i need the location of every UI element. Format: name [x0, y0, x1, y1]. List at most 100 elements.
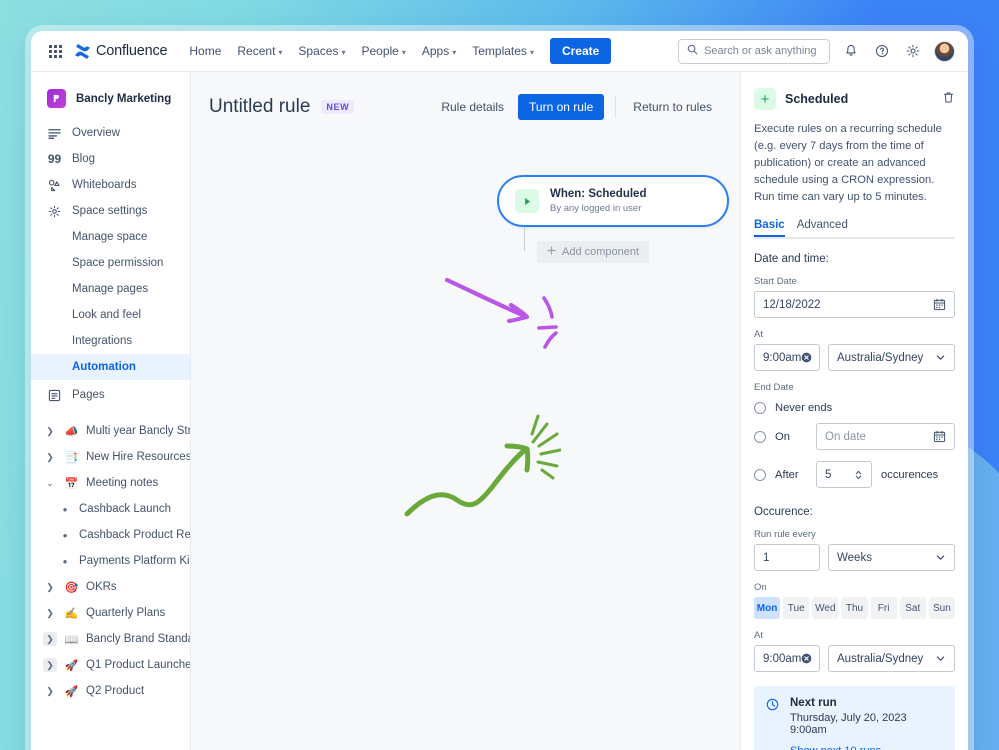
bullet-icon: •	[62, 553, 68, 569]
on-date-input[interactable]: On date	[816, 423, 955, 451]
chevron-right-icon[interactable]: ❯	[43, 658, 57, 672]
start-timezone-select[interactable]: Australia/Sydney	[828, 344, 955, 372]
occurrence-timezone-select[interactable]: Australia/Sydney	[828, 645, 955, 673]
radio-never-ends[interactable]: Never ends	[754, 402, 955, 415]
sidebar-item-automation[interactable]: Automation	[31, 354, 190, 380]
question-circle-icon[interactable]	[872, 41, 892, 61]
sidebar-item-space-settings[interactable]: Space settings	[31, 198, 190, 224]
day-toggle-tue[interactable]: Tue	[783, 597, 810, 620]
sidebar-item-whiteboards[interactable]: Whiteboards	[31, 172, 190, 198]
nav-link-spaces[interactable]: Spaces ▾	[290, 39, 353, 63]
clear-icon[interactable]	[801, 352, 812, 363]
tree-item-q1-product-launches[interactable]: ❯ 🚀 Q1 Product Launches	[31, 652, 190, 678]
bell-icon[interactable]	[841, 41, 861, 61]
grid-apps-icon[interactable]	[42, 38, 68, 64]
tree-item-cashback-product-review[interactable]: • Cashback Product Re	[31, 522, 190, 548]
run-every-unit-select[interactable]: Weeks	[828, 544, 955, 572]
trash-icon[interactable]	[942, 91, 955, 107]
day-toggle-wed[interactable]: Wed	[812, 597, 839, 620]
overview-icon	[47, 127, 62, 140]
sidebar-item-integrations[interactable]: Integrations	[31, 328, 190, 354]
chevron-right-icon[interactable]: ❯	[43, 452, 57, 463]
sidebar-item-space-permission[interactable]: Space permission	[31, 250, 190, 276]
stepper-arrows-icon[interactable]	[854, 469, 863, 481]
tree-item-new-hire-resources[interactable]: ❯ 📑 New Hire Resources	[31, 444, 190, 470]
return-to-rules-button[interactable]: Return to rules	[623, 94, 722, 120]
day-toggle-fri[interactable]: Fri	[870, 597, 897, 620]
tree-item-label: Q1 Product Launches	[86, 659, 190, 671]
occurrence-time-value: 9:00am	[763, 652, 802, 665]
sidebar-item-look-and-feel-label: Look and feel	[72, 309, 142, 321]
radio-after[interactable]: After 5 occurences	[754, 461, 955, 489]
browser-window: Confluence Home Recent ▾ Spaces ▾ People…	[31, 31, 968, 750]
next-run-value: Thursday, July 20, 2023 9:00am	[790, 712, 907, 737]
sidebar-item-overview-label: Overview	[72, 127, 120, 139]
run-every-row: 1 Weeks	[754, 544, 955, 572]
radio-on[interactable]: On On date	[754, 423, 955, 451]
calendar-icon[interactable]	[933, 430, 946, 443]
clear-icon[interactable]	[801, 653, 812, 664]
occurrences-value: 5	[825, 468, 832, 481]
sidebar-item-blog[interactable]: 99 Blog	[31, 146, 190, 172]
page-emoji-icon: ✍️	[64, 607, 79, 620]
gear-icon[interactable]	[903, 41, 923, 61]
space-sidebar: Bancly Marketing Overview 99 Blog Whiteb…	[31, 72, 191, 750]
add-component-button[interactable]: Add component	[537, 241, 650, 263]
sidebar-item-overview[interactable]: Overview	[31, 120, 190, 146]
nav-link-recent[interactable]: Recent ▾	[229, 39, 290, 63]
chevron-right-icon[interactable]: ❯	[43, 582, 57, 593]
tab-advanced[interactable]: Advanced	[797, 219, 848, 237]
nav-link-people-label: People	[361, 44, 399, 58]
tree-item-cashback-launch[interactable]: • Cashback Launch	[31, 496, 190, 522]
trigger-config-panel: + Scheduled Execute rules on a recurring…	[740, 72, 968, 750]
occurrence-time-input[interactable]: 9:00am	[754, 645, 820, 673]
tree-item-bancly-brand-standards[interactable]: ❯ 📖 Bancly Brand Standar	[31, 626, 190, 652]
sidebar-item-manage-pages[interactable]: Manage pages	[31, 276, 190, 302]
tree-item-quarterly-plans[interactable]: ❯ ✍️ Quarterly Plans	[31, 600, 190, 626]
tree-item-q2-product[interactable]: ❯ 🚀 Q2 Product	[31, 678, 190, 704]
tree-item-label: New Hire Resources	[86, 451, 190, 463]
nav-link-people[interactable]: People ▾	[353, 39, 413, 63]
day-toggle-sat[interactable]: Sat	[899, 597, 926, 620]
tree-item-okrs[interactable]: ❯ 🎯 OKRs	[31, 574, 190, 600]
trigger-card-scheduled[interactable]: When: Scheduled By any logged in user	[497, 175, 729, 227]
run-every-input[interactable]: 1	[754, 544, 820, 572]
turn-on-rule-button[interactable]: Turn on rule	[518, 94, 605, 120]
nav-link-home[interactable]: Home	[181, 39, 229, 63]
confluence-logo[interactable]: Confluence	[74, 43, 168, 60]
nav-link-apps[interactable]: Apps ▾	[414, 39, 464, 63]
start-date-input[interactable]: 12/18/2022	[754, 291, 955, 319]
divider	[615, 96, 617, 118]
occurrences-stepper[interactable]: 5	[816, 461, 872, 489]
sidebar-item-manage-space[interactable]: Manage space	[31, 224, 190, 250]
tree-item-multi-year-strategy[interactable]: ❯ 📣 Multi year Bancly Stra	[31, 418, 190, 444]
day-toggle-thu[interactable]: Thu	[841, 597, 868, 620]
show-next-runs-link[interactable]: Show next 10 runs	[790, 745, 943, 750]
page-title[interactable]: Untitled rule	[209, 96, 310, 118]
chevron-right-icon[interactable]: ❯	[43, 608, 57, 619]
chevron-right-icon[interactable]: ❯	[43, 686, 57, 697]
occurrences-label: occurences	[881, 468, 939, 481]
avatar[interactable]	[934, 40, 955, 62]
rule-details-button[interactable]: Rule details	[431, 94, 514, 120]
tab-basic[interactable]: Basic	[754, 219, 785, 237]
radio-on-label: On	[775, 430, 790, 443]
chevron-right-icon[interactable]: ❯	[43, 426, 57, 437]
sidebar-item-space-settings-label: Space settings	[72, 205, 148, 217]
tree-item-meeting-notes[interactable]: ⌄ 📅 Meeting notes	[31, 470, 190, 496]
sidebar-item-pages[interactable]: Pages	[31, 382, 190, 408]
space-header[interactable]: Bancly Marketing	[31, 80, 190, 120]
chevron-down-icon[interactable]: ⌄	[43, 478, 57, 489]
create-button[interactable]: Create	[549, 38, 612, 64]
nav-link-templates[interactable]: Templates ▾	[464, 39, 542, 63]
day-toggle-mon[interactable]: Mon	[754, 597, 781, 620]
search-input[interactable]: Search or ask anything	[678, 38, 830, 64]
tree-item-payments-platform-kickoff[interactable]: • Payments Platform Ki	[31, 548, 190, 574]
chevron-right-icon[interactable]: ❯	[43, 632, 57, 646]
sidebar-item-look-and-feel[interactable]: Look and feel	[31, 302, 190, 328]
space-name: Bancly Marketing	[76, 92, 172, 105]
bullet-icon: •	[62, 501, 68, 517]
day-toggle-sun[interactable]: Sun	[928, 597, 955, 620]
start-time-input[interactable]: 9:00am	[754, 344, 820, 372]
calendar-icon[interactable]	[933, 298, 946, 311]
